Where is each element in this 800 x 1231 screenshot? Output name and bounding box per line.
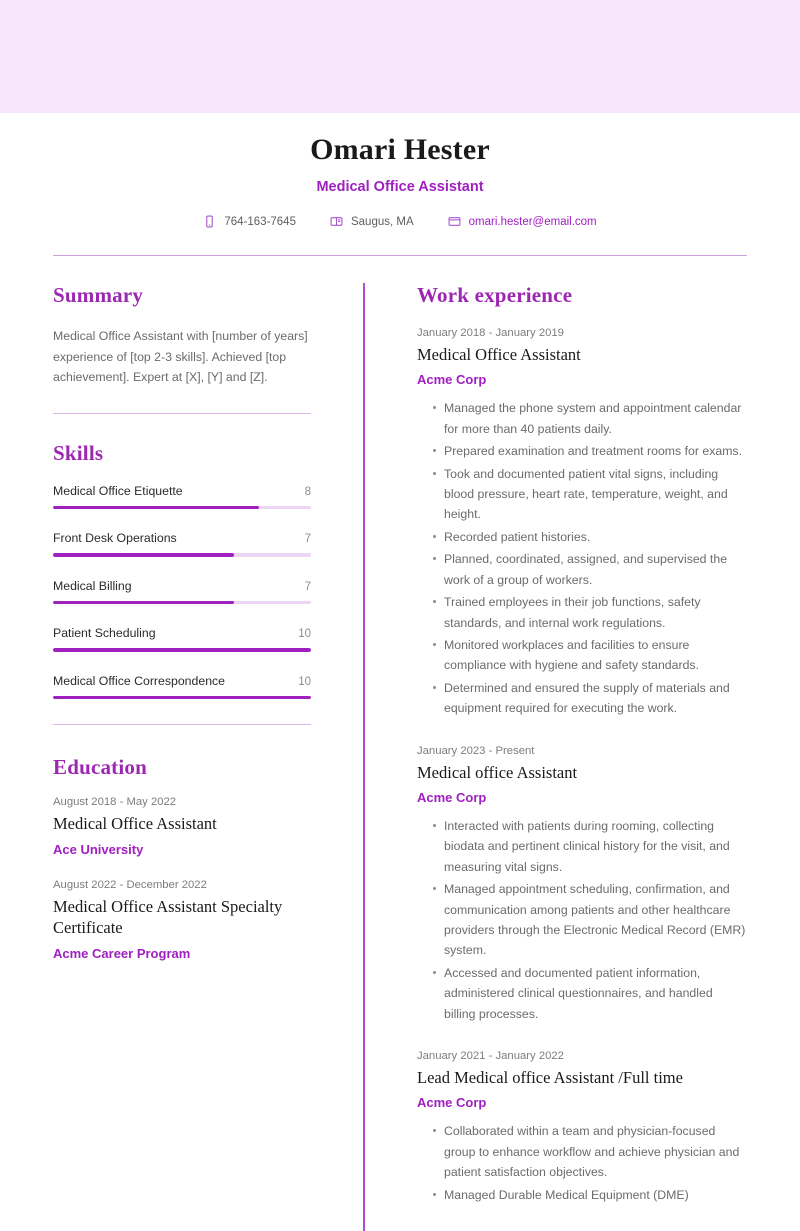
education-section: Education August 2018 - May 2022 Medical … <box>53 755 311 960</box>
job-bullet: Planned, coordinated, assigned, and supe… <box>433 549 747 590</box>
summary-section: Summary Medical Office Assistant with [n… <box>53 283 311 414</box>
skill-name: Front Desk Operations <box>53 531 177 546</box>
email-icon <box>448 215 461 228</box>
job-org: Acme Corp <box>417 789 487 805</box>
work-experience-item: January 2018 - January 2019 Medical Offic… <box>417 327 747 719</box>
job-bullet: Prepared examination and treatment rooms… <box>433 441 747 461</box>
job-bullet: Took and documented patient vital signs,… <box>433 464 747 525</box>
skill-name: Medical Office Etiquette <box>53 483 183 498</box>
resume-columns: Summary Medical Office Assistant with [n… <box>53 283 747 1231</box>
skill-item: Patient Scheduling 10 <box>53 626 311 652</box>
education-title: Medical Office Assistant Specialty Certi… <box>53 896 283 938</box>
job-org: Acme Corp <box>417 1095 487 1111</box>
skill-bar <box>53 553 311 557</box>
job-bullet: Collaborated within a team and physician… <box>433 1121 747 1182</box>
skill-bar-fill <box>53 505 260 510</box>
job-date: January 2023 - Present <box>417 744 535 757</box>
education-title: Medical Office Assistant <box>53 814 217 834</box>
job-title: Lead Medical office Assistant /Full time <box>417 1068 683 1088</box>
job-date: January 2018 - January 2019 <box>417 327 564 339</box>
education-list: August 2018 - May 2022 Medical Office Ass… <box>53 796 311 960</box>
contact-phone-value: 764-163-7645 <box>224 215 296 228</box>
education-org: Acme Career Program <box>53 945 191 961</box>
contact-phone[interactable]: 764-163-7645 <box>203 215 296 228</box>
contact-location-value: Saugus, MA <box>350 215 414 228</box>
skill-score: 8 <box>304 485 311 498</box>
work-experience-heading: Work experience <box>417 283 573 307</box>
job-date: January 2021 - January 2022 <box>417 1050 564 1063</box>
skill-bar-fill <box>53 648 311 652</box>
job-bullet: Monitored workplaces and facilities to e… <box>433 635 747 676</box>
skill-name: Medical Office Correspondence <box>53 673 226 688</box>
candidate-name: Omari Hester <box>310 133 490 166</box>
candidate-job-title: Medical Office Assistant <box>316 179 484 195</box>
job-title: Medical Office Assistant <box>417 345 581 364</box>
skill-item: Medical Billing 7 <box>53 579 311 605</box>
location-icon <box>330 215 343 228</box>
skills-heading: Skills <box>53 440 104 465</box>
right-column: Work experience January 2018 - January 2… <box>365 283 747 1231</box>
contact-email[interactable]: omari.hester@email.com <box>448 215 597 228</box>
header-divider <box>53 255 747 256</box>
job-bullet: Interacted with patients during rooming,… <box>433 816 747 877</box>
job-bullets: Interacted with patients during rooming,… <box>417 816 747 1024</box>
skill-name: Patient Scheduling <box>53 626 156 641</box>
left-column: Summary Medical Office Assistant with [n… <box>53 283 311 1231</box>
education-heading: Education <box>53 755 147 780</box>
contact-row: 764-163-7645 Saugus, MA omari.hester@ema… <box>53 215 747 228</box>
education-item: August 2018 - May 2022 Medical Office Ass… <box>53 796 311 856</box>
job-bullet: Managed Durable Medical Equipment (DME) <box>433 1185 747 1205</box>
job-bullet: Trained employees in their job functions… <box>433 592 747 633</box>
education-date: August 2018 - May 2022 <box>53 796 177 809</box>
contact-location[interactable]: Saugus, MA <box>330 215 414 228</box>
skill-item: Medical Office Etiquette 8 <box>53 484 311 510</box>
skill-bar <box>53 505 311 510</box>
job-bullet: Determined and ensured the supply of mat… <box>433 678 747 719</box>
skill-score: 10 <box>298 675 311 688</box>
education-date: August 2022 - December 2022 <box>53 878 207 891</box>
skill-bar-fill <box>53 600 234 605</box>
resume-header: Omari Hester Medical Office Assistant 76… <box>53 113 747 256</box>
skill-bar <box>53 695 311 700</box>
summary-divider <box>53 412 311 414</box>
job-bullet: Managed appointment scheduling, confirma… <box>433 879 747 961</box>
skills-divider <box>53 724 311 726</box>
contact-email-value[interactable]: omari.hester@email.com <box>469 216 597 228</box>
skill-bar <box>53 648 311 652</box>
skill-score: 7 <box>304 533 311 546</box>
job-org: Acme Corp <box>417 372 487 388</box>
job-bullet: Recorded patient histories. <box>433 527 747 547</box>
skills-list: Medical Office Etiquette 8 Front Desk Oper… <box>53 484 311 700</box>
skill-bar-fill <box>53 553 234 557</box>
job-bullets: Managed the phone system and appointment… <box>417 398 747 718</box>
skill-item: Medical Office Correspondence 10 <box>53 674 311 700</box>
skill-bar-fill <box>53 695 311 700</box>
job-title: Medical office Assistant <box>417 762 578 782</box>
education-item: August 2022 - December 2022 Medical Offic… <box>53 879 311 961</box>
summary-heading: Summary <box>53 283 144 307</box>
skills-section: Skills Medical Office Etiquette 8 Front De… <box>53 441 311 726</box>
resume-page: Omari Hester Medical Office Assistant 76… <box>0 113 800 1231</box>
job-bullet: Managed the phone system and appointment… <box>433 398 747 439</box>
skill-item: Front Desk Operations 7 <box>53 531 311 557</box>
work-experience-list: January 2018 - January 2019 Medical Offic… <box>417 327 747 1205</box>
job-bullets: Collaborated within a team and physician… <box>417 1121 747 1205</box>
top-banner <box>0 0 800 113</box>
job-bullet: Accessed and documented patient informat… <box>433 963 747 1024</box>
skill-name: Medical Billing <box>53 578 132 593</box>
phone-icon <box>203 215 216 228</box>
work-experience-item: January 2023 - Present Medical office Ass… <box>417 745 747 1025</box>
skill-score: 10 <box>298 628 311 641</box>
education-org: Ace University <box>53 841 144 857</box>
skill-score: 7 <box>304 580 311 593</box>
summary-text: Medical Office Assistant with [number of… <box>53 329 308 385</box>
skill-bar <box>53 600 311 605</box>
